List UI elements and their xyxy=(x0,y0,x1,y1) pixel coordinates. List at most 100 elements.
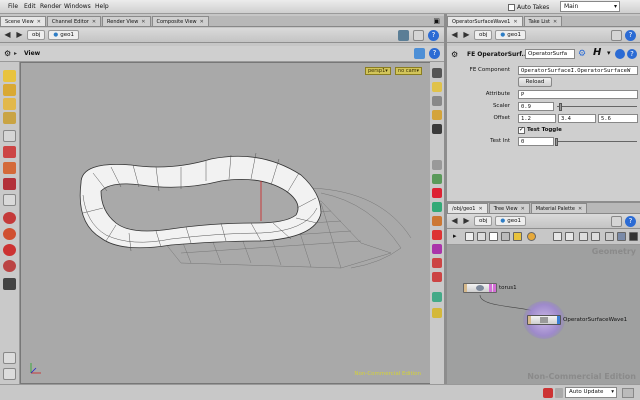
close-icon[interactable]: ✕ xyxy=(37,19,41,25)
test-toggle-checkbox[interactable] xyxy=(518,126,525,134)
network-box-icon[interactable] xyxy=(527,232,536,241)
view-menu-icon[interactable]: ▸ xyxy=(14,50,17,57)
vertex-icon[interactable] xyxy=(432,230,442,240)
link-icon[interactable] xyxy=(553,232,562,241)
pin-icon[interactable] xyxy=(611,30,622,41)
menu-render[interactable]: Render xyxy=(40,3,61,10)
lock-icon[interactable] xyxy=(3,368,16,380)
close-icon[interactable]: ✕ xyxy=(513,19,517,25)
wireframe-icon[interactable] xyxy=(432,160,442,170)
light-icon[interactable] xyxy=(432,82,442,92)
torus-mesh[interactable] xyxy=(79,152,322,252)
sculpt-tool-icon[interactable] xyxy=(3,260,16,272)
offset-z-field[interactable]: 5.6 xyxy=(598,114,638,123)
camera-icon[interactable] xyxy=(432,96,442,106)
update-mode-dropdown[interactable]: Auto Update ▾ xyxy=(565,387,617,398)
viewport-canvas[interactable] xyxy=(21,63,444,384)
scene-viewport[interactable]: persp1▾ no cam▾ Non-Commercial Edition xyxy=(20,62,444,384)
color-icon[interactable] xyxy=(579,232,588,241)
test-int-slider[interactable] xyxy=(557,141,637,142)
update-icon[interactable] xyxy=(622,388,634,398)
snap-icon[interactable] xyxy=(3,278,16,290)
tab-channel-editor[interactable]: Channel Editor ✕ xyxy=(46,16,102,26)
scale-tool-icon[interactable] xyxy=(3,112,16,124)
node-display-flag[interactable] xyxy=(557,316,560,324)
uv-icon[interactable] xyxy=(432,202,442,212)
tab-scene-view[interactable]: Scene View ✕ xyxy=(0,16,46,26)
menu-help[interactable]: Help xyxy=(95,3,109,10)
info-icon[interactable] xyxy=(615,49,625,59)
list-mode-icon[interactable] xyxy=(465,232,474,241)
close-icon[interactable]: ✕ xyxy=(478,206,482,212)
display-options-icon[interactable] xyxy=(414,48,425,59)
close-icon[interactable]: ✕ xyxy=(141,19,145,25)
tab-material-palette[interactable]: Material Palette ✕ xyxy=(530,203,588,213)
path-segment-obj[interactable]: obj xyxy=(27,30,46,40)
path-segment-obj[interactable]: obj xyxy=(474,216,493,226)
box-icon[interactable] xyxy=(398,30,409,41)
pin-icon[interactable] xyxy=(611,216,622,227)
display-mode-icon[interactable] xyxy=(432,68,442,78)
tab-render-view[interactable]: Render View ✕ xyxy=(102,16,151,26)
flag-icon[interactable] xyxy=(565,232,574,241)
path-segment-geo[interactable]: ● geo1 xyxy=(48,30,79,40)
rotate-tool-icon[interactable] xyxy=(3,98,16,110)
help-icon[interactable]: ? xyxy=(627,49,637,59)
offset-x-field[interactable]: 1.2 xyxy=(518,114,556,123)
normals-icon[interactable] xyxy=(432,188,442,198)
shape-icon[interactable] xyxy=(591,232,600,241)
node-operator-surface-wave1[interactable] xyxy=(527,315,561,325)
handle-tool-icon[interactable] xyxy=(3,146,16,158)
sticky-note-icon[interactable] xyxy=(513,232,522,241)
points-icon[interactable] xyxy=(432,174,442,184)
tab-obj-geo1[interactable]: /obj/geo1 ✕ xyxy=(447,203,488,213)
menu-file[interactable]: File xyxy=(8,3,18,10)
view-mode-icon[interactable] xyxy=(617,232,626,241)
forward-arrow-icon[interactable]: ▶ xyxy=(462,30,471,40)
image-icon[interactable] xyxy=(501,232,510,241)
path-segment-geo[interactable]: ● geo1 xyxy=(495,30,526,40)
bone-tool-icon[interactable] xyxy=(3,228,16,240)
path-segment-geo[interactable]: ● geo1 xyxy=(495,216,526,226)
lamp-icon[interactable] xyxy=(432,110,442,120)
pin-icon[interactable] xyxy=(413,30,424,41)
camera-persp-dropdown[interactable]: persp1▾ xyxy=(365,67,391,75)
pane-menu-icon[interactable]: ▣ xyxy=(433,17,440,25)
select-tool-icon[interactable] xyxy=(3,70,16,82)
scaler-field[interactable]: 0.9 xyxy=(518,102,554,111)
close-icon[interactable]: ✕ xyxy=(92,19,96,25)
sphere-handle-icon[interactable] xyxy=(3,212,16,224)
test-int-field[interactable]: 0 xyxy=(518,137,554,146)
close-icon[interactable]: ✕ xyxy=(200,19,204,25)
layout-icon[interactable] xyxy=(489,232,498,241)
view-tool-icon[interactable] xyxy=(3,194,16,206)
flip-icon[interactable] xyxy=(605,232,614,241)
template-icon[interactable] xyxy=(432,272,442,282)
tab-composite-view[interactable]: Composite View ✕ xyxy=(151,16,209,26)
grid-icon[interactable] xyxy=(477,232,486,241)
back-arrow-icon[interactable]: ◀ xyxy=(450,30,459,40)
edge-icon[interactable] xyxy=(432,244,442,254)
forward-arrow-icon[interactable]: ▶ xyxy=(462,216,471,226)
attribute-field[interactable]: P xyxy=(518,90,638,99)
settings-gear-icon[interactable]: ⚙ xyxy=(578,49,586,59)
reload-button[interactable]: Reload xyxy=(518,77,552,87)
node-name-field[interactable]: OperatorSurfa xyxy=(525,49,575,59)
menu-windows[interactable]: Windows xyxy=(64,3,91,10)
overview-icon[interactable] xyxy=(629,232,638,241)
auto-takes-toggle[interactable]: Auto Takes xyxy=(508,2,554,12)
network-editor[interactable]: Geometry torus1 OperatorSurfaceWave1 Non… xyxy=(447,245,640,384)
chevron-down-icon[interactable]: ▾ xyxy=(607,49,611,57)
close-icon[interactable]: ✕ xyxy=(578,206,582,212)
pointer-icon[interactable] xyxy=(3,130,16,142)
paint-tool-icon[interactable] xyxy=(3,244,16,256)
back-arrow-icon[interactable]: ◀ xyxy=(450,216,459,226)
back-arrow-icon[interactable]: ◀ xyxy=(3,30,12,40)
move-tool-icon[interactable] xyxy=(3,84,16,96)
close-icon[interactable]: ✕ xyxy=(553,19,557,25)
menu-edit[interactable]: Edit xyxy=(24,3,36,10)
tab-tree-view[interactable]: Tree View ✕ xyxy=(488,203,530,213)
gear-icon[interactable]: ⚙ xyxy=(451,50,458,59)
forward-arrow-icon[interactable]: ▶ xyxy=(15,30,24,40)
primitive-icon[interactable] xyxy=(432,216,442,226)
